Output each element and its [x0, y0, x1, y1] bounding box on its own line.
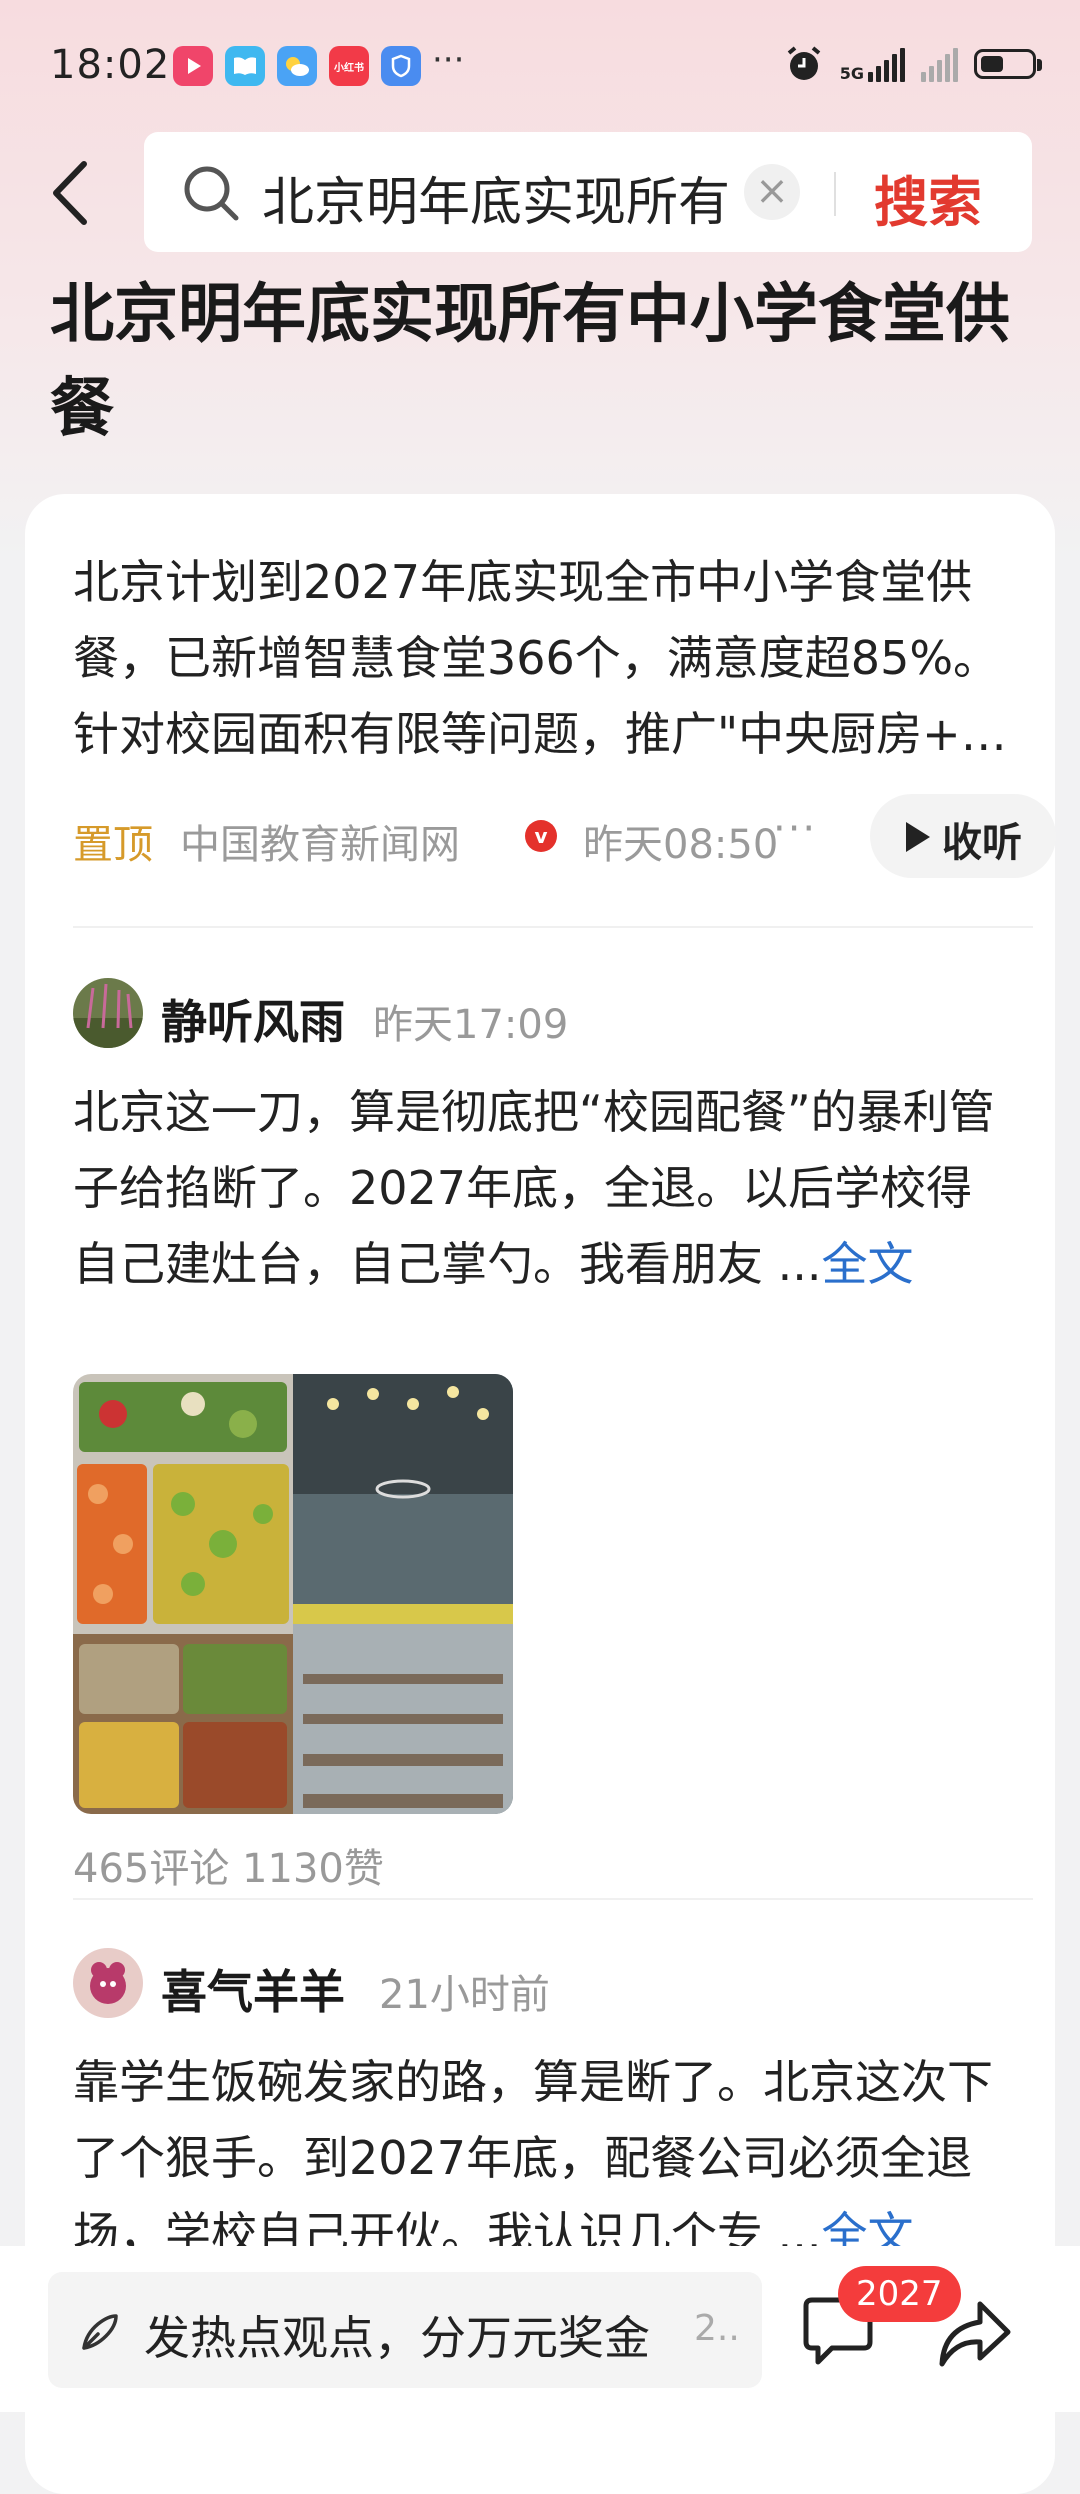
full-text-link[interactable]: 全文 [822, 1237, 914, 1291]
listen-label: 收听 [942, 820, 1022, 866]
verified-icon: v [525, 820, 557, 852]
post-image[interactable] [73, 1374, 513, 1814]
post-body[interactable]: 靠学生饭碗发家的路，算是断了。北京这次下了个狠手。到2027年底，配餐公司必须全… [73, 2044, 1013, 2272]
publish-time: 昨天08:50 [583, 822, 779, 868]
post-time: 昨天17:09 [373, 1002, 569, 1048]
comment-input[interactable]: 发热点观点，分万元奖金 2.. [48, 2272, 762, 2388]
pen-icon [82, 2314, 118, 2350]
xiaohongshu-icon: 小红书 [329, 46, 369, 86]
author-name[interactable]: 喜气羊羊 [161, 1956, 345, 2022]
back-button[interactable] [44, 158, 104, 228]
search-divider [834, 172, 836, 216]
signal-sim2-icon [921, 46, 958, 82]
comment-placeholder: 发热点观点，分万元奖金 [144, 2311, 650, 2365]
avatar[interactable] [73, 978, 143, 1048]
book-app-icon [225, 46, 265, 86]
status-bar: 18:02 小红书 ··· 5G [0, 0, 1080, 130]
avatar[interactable] [73, 1948, 143, 2018]
listen-button[interactable]: 收听 [870, 794, 1056, 878]
divider [73, 926, 1033, 928]
weather-app-icon [277, 46, 317, 86]
shield-app-icon [381, 46, 421, 86]
post-time: 21小时前 [379, 1972, 550, 2018]
clear-search-button[interactable]: × [744, 164, 800, 220]
share-icon[interactable] [936, 2298, 1012, 2370]
signal-5g-icon: 5G [840, 46, 905, 82]
divider [73, 1898, 1033, 1900]
search-icon [184, 166, 239, 221]
more-options-icon[interactable]: ··· [773, 806, 817, 852]
post-stats[interactable]: 465评论 1130赞 [73, 1836, 384, 1894]
alarm-icon [787, 46, 821, 80]
post-body[interactable]: 北京这一刀，算是彻底把“校园配餐”的暴利管子给掐断了。2027年底，全退。以后学… [73, 1074, 1013, 1302]
article-meta: 置顶 中国教育新闻网 v 昨天08:50 ··· 收听 [73, 794, 1056, 878]
search-bar[interactable]: 北京明年底实现所有 × 搜索 [144, 132, 1032, 252]
more-notifications-icon: ··· [432, 40, 465, 80]
search-button[interactable]: 搜索 [874, 158, 982, 237]
canteen-photo [73, 1374, 513, 1814]
chevron-left-icon [53, 161, 87, 225]
video-app-icon [173, 46, 213, 86]
pinned-label: 置顶 [73, 822, 153, 868]
clock: 18:02 [50, 42, 171, 88]
page-title: 北京明年底实现所有中小学食堂供餐 [50, 278, 1010, 446]
comment-placeholder-suffix: 2.. [694, 2308, 740, 2349]
comment-post: 静听风雨 昨天17:09 北京这一刀，算是彻底把“校园配餐”的暴利管子给掐断了。… [73, 978, 1013, 1892]
close-icon: × [755, 168, 789, 214]
article-summary[interactable]: 北京计划到2027年底实现全市中小学食堂供餐，已新增智慧食堂366个，满意度超8… [73, 544, 1013, 772]
content-card: 北京计划到2027年底实现全市中小学食堂供餐，已新增智慧食堂366个，满意度超8… [25, 494, 1056, 2494]
bottom-action-bar: 发热点观点，分万元奖金 2.. 2027 [0, 2246, 1080, 2412]
play-icon [906, 822, 930, 852]
author-name[interactable]: 静听风雨 [161, 986, 345, 1052]
source-name[interactable]: 中国教育新闻网 [180, 812, 460, 870]
notification-icons: 小红书 [173, 46, 421, 86]
battery-icon [974, 49, 1042, 79]
system-status: 5G [784, 44, 1042, 84]
